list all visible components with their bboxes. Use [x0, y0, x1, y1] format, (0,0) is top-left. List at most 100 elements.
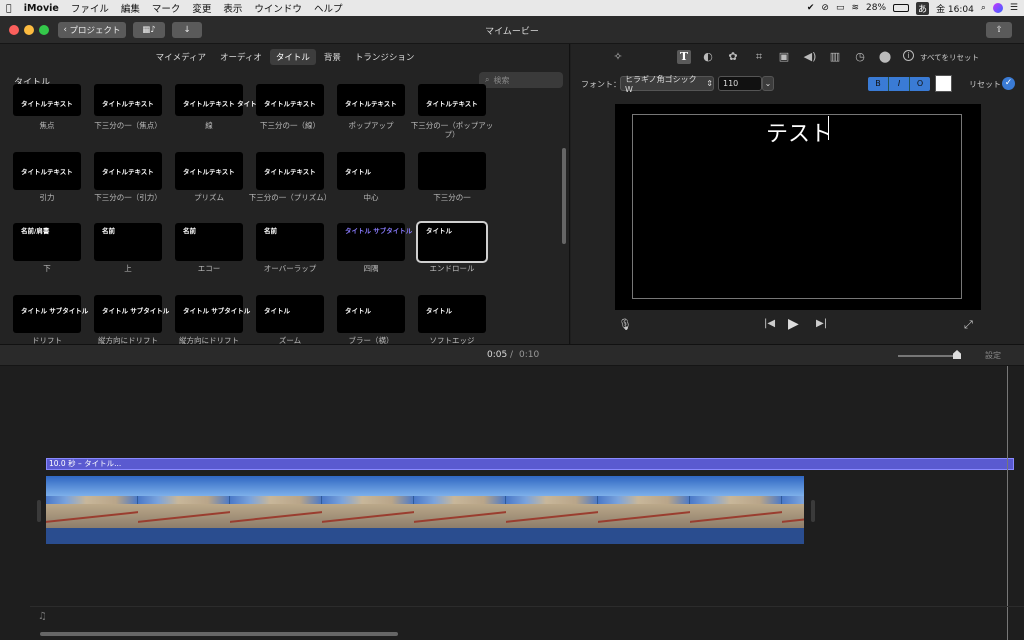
title-thumbnail[interactable]: 名前: [256, 223, 324, 261]
title-clip[interactable]: 10.0 秒 – タイトル...: [46, 458, 1014, 470]
font-label: フォント：: [581, 80, 621, 89]
stabilization-icon[interactable]: ▣: [777, 50, 791, 64]
skip-forward-icon[interactable]: ▶|: [816, 318, 827, 329]
title-thumbnail[interactable]: タイトルテキスト: [337, 84, 405, 116]
magic-wand-icon[interactable]: ✧: [611, 50, 625, 64]
preview-title-text[interactable]: テスト: [766, 116, 832, 148]
outline-toggle[interactable]: O: [909, 77, 930, 91]
bold-toggle[interactable]: B: [868, 77, 888, 91]
thumbnail-text: タイトルテキスト: [183, 168, 235, 176]
title-thumbnail[interactable]: 名前: [175, 223, 243, 261]
clock[interactable]: 金 16:04: [936, 2, 974, 15]
thumbnail-text: タイトル: [426, 307, 452, 315]
title-thumbnail[interactable]: タイトルテキスト: [256, 84, 324, 116]
tab-transitions[interactable]: トランジション: [349, 49, 421, 65]
menu-file[interactable]: ファイル: [65, 1, 115, 15]
search-field[interactable]: ⌕ 検索: [479, 72, 563, 88]
settings-button[interactable]: 設定: [985, 350, 1001, 361]
timeline-scrollbar[interactable]: [40, 632, 398, 636]
menu-edit[interactable]: 編集: [115, 1, 146, 15]
total-time: 0:10: [519, 350, 540, 360]
skip-back-icon[interactable]: |◀: [764, 318, 775, 329]
title-thumbnail[interactable]: タイトル: [416, 221, 488, 263]
menu-view[interactable]: 表示: [217, 1, 248, 15]
text-color-swatch[interactable]: [935, 75, 952, 92]
title-thumbnail[interactable]: [418, 152, 486, 190]
title-thumbnail-label: オーバーラップ: [263, 264, 317, 273]
playhead[interactable]: [1007, 366, 1008, 640]
title-thumbnail[interactable]: タイトルテキスト タイトルテキスト: [175, 84, 289, 116]
spotlight-icon[interactable]: ⌕: [981, 3, 986, 13]
zoom-slider-track[interactable]: [898, 355, 960, 357]
tab-my-media[interactable]: マイメディア: [150, 49, 212, 65]
title-thumbnail[interactable]: タイトル サブタイトル: [337, 223, 412, 261]
frame-sky: [322, 476, 414, 496]
filmstrip-frame: [414, 476, 506, 528]
tab-audio[interactable]: オーディオ: [214, 49, 268, 65]
title-thumbnail[interactable]: タイトルテキスト: [256, 152, 324, 190]
airplay-icon[interactable]: ▭: [836, 3, 845, 13]
title-thumbnail[interactable]: 名前: [94, 223, 162, 261]
filmstrip-frame: [690, 476, 782, 528]
speed-icon[interactable]: ◷: [853, 50, 867, 64]
info-icon[interactable]: i: [903, 50, 914, 61]
apply-check-icon[interactable]: ✓: [1002, 77, 1015, 90]
title-thumbnail[interactable]: タイトルテキスト: [175, 152, 243, 190]
filmstrip-frame: [138, 476, 230, 528]
browser-scrollbar[interactable]: [562, 148, 566, 244]
status-check-circle-icon[interactable]: ⊘: [821, 3, 829, 13]
filmstrip-frame: [506, 476, 598, 528]
font-size-input[interactable]: 110: [718, 76, 762, 91]
menu-modify[interactable]: 変更: [186, 1, 217, 15]
apple-menu-icon[interactable]: : [0, 3, 18, 14]
reset-all-button[interactable]: すべてをリセット: [920, 52, 979, 63]
title-thumbnail[interactable]: タイトルテキスト: [94, 84, 162, 116]
color-palette-icon[interactable]: ✿: [726, 50, 740, 64]
zoom-slider-thumb[interactable]: [953, 350, 961, 359]
title-thumbnail[interactable]: 名前/肩書: [13, 223, 81, 261]
italic-toggle[interactable]: I: [888, 77, 909, 91]
frame-sky: [690, 476, 782, 496]
menu-window[interactable]: ウインドウ: [248, 1, 308, 15]
siri-icon[interactable]: [992, 3, 1003, 13]
battery-percent[interactable]: 28%: [866, 3, 886, 13]
share-button[interactable]: ⇧: [986, 22, 1012, 38]
filmstrip-frame: [782, 476, 804, 528]
thumbnail-text: 名前: [102, 227, 115, 235]
wifi-icon[interactable]: ≋: [851, 3, 859, 13]
input-method[interactable]: あ: [916, 1, 930, 15]
color-balance-icon[interactable]: ◐: [701, 50, 715, 64]
audio-track-divider: [30, 606, 1024, 607]
app-menu[interactable]: iMovie: [18, 3, 65, 14]
title-thumbnail[interactable]: タイトル: [337, 152, 405, 190]
fullscreen-icon[interactable]: ⤢: [964, 318, 973, 332]
title-thumbnail[interactable]: タイトルテキスト: [94, 152, 162, 190]
status-check-icon[interactable]: ✔: [807, 3, 815, 13]
font-select[interactable]: ヒラギノ角ゴシック W ⇕: [620, 75, 714, 94]
thumbnail-text: タイトルテキスト: [21, 168, 73, 176]
volume-icon[interactable]: ◀): [803, 50, 817, 64]
title-thumbnail-label: 線: [205, 121, 213, 130]
text-style-icon[interactable]: T: [677, 50, 691, 64]
microphone-icon[interactable]: 🎙: [618, 318, 632, 331]
menu-mark[interactable]: マーク: [146, 1, 187, 15]
title-thumbnail[interactable]: タイトルテキスト: [13, 84, 81, 116]
time-separator: /: [510, 350, 514, 360]
clip-trim-handle-right[interactable]: [811, 500, 815, 522]
video-clip[interactable]: [46, 476, 804, 544]
clip-trim-handle-left[interactable]: [37, 500, 41, 522]
notification-center-icon[interactable]: ☰: [1010, 3, 1018, 13]
equalizer-icon[interactable]: ▥: [828, 50, 842, 64]
reset-button[interactable]: リセット: [969, 79, 1001, 90]
filter-icon[interactable]: ⬤: [878, 50, 892, 64]
menu-bar:  iMovie ファイル 編集 マーク 変更 表示 ウインドウ ヘルプ ✔ ⊘…: [0, 0, 1024, 16]
tab-titles[interactable]: タイトル: [269, 49, 316, 65]
menu-help[interactable]: ヘルプ: [308, 1, 349, 15]
play-icon[interactable]: ▶: [788, 316, 799, 332]
title-thumbnail[interactable]: タイトルテキスト: [418, 84, 486, 116]
crop-icon[interactable]: ⌗: [752, 50, 766, 64]
font-size-dropdown[interactable]: ⌄: [762, 76, 774, 91]
title-thumbnail[interactable]: タイトルテキスト: [13, 152, 81, 190]
battery-icon[interactable]: [893, 4, 910, 12]
tab-backgrounds[interactable]: 背景: [318, 49, 347, 65]
